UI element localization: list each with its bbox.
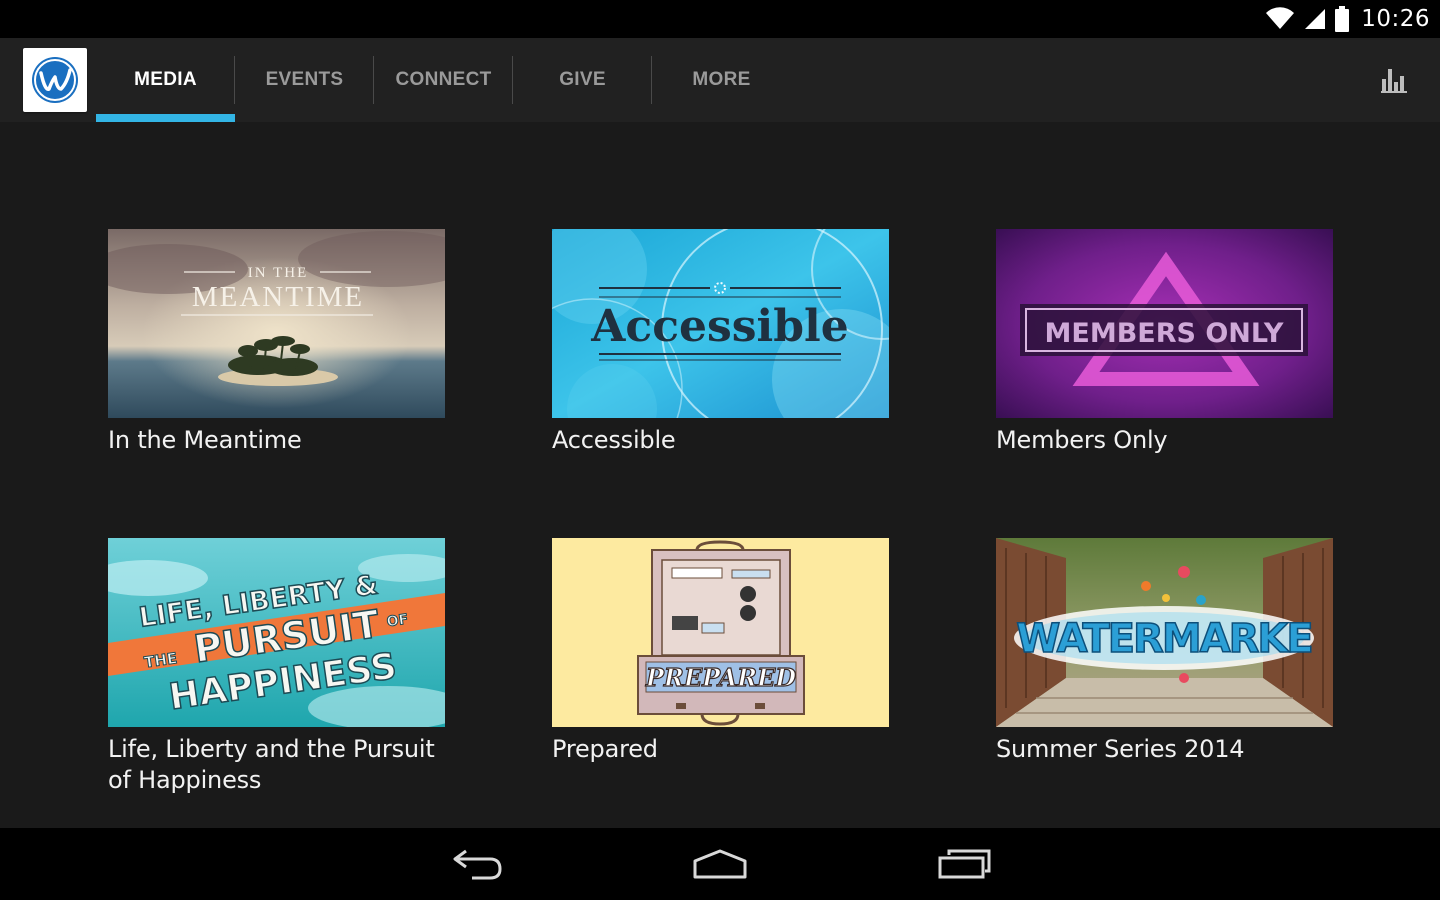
artwork-text: MEMBERS ONLY [1045,318,1284,349]
artwork-text: Accessible [590,301,848,352]
media-item-summer-series-2014[interactable]: WATERMARKE Summer Series 2014 [996,538,1333,765]
media-item-life-liberty[interactable]: LIFE, LIBERTY & THE PURSUIT OF HAPPINESS… [108,538,445,796]
back-icon [453,849,502,880]
media-item-members-only[interactable]: MEMBERS ONLY Members Only [996,229,1333,456]
media-item-title: Prepared [552,735,658,763]
artwork-text: WATERMARKE [1016,616,1311,662]
media-item-prepared[interactable]: PREPARED Prepared [552,538,889,765]
recent-apps-button[interactable] [934,842,994,886]
tab-label: CONNECT [395,69,492,90]
media-grid: IN THE MEANTIME In the Meantime Accessib… [0,122,1440,828]
tab-label: MEDIA [134,69,197,90]
navigation-bar [0,828,1440,900]
battery-icon [1335,6,1350,32]
media-thumbnail[interactable]: WATERMARKE [996,538,1333,727]
media-thumbnail[interactable]: IN THE MEANTIME [108,229,445,418]
stats-button[interactable] [1378,64,1410,96]
app-logo[interactable] [23,48,87,112]
wifi-icon [1266,7,1295,29]
home-icon [693,849,747,879]
media-item-in-the-meantime[interactable]: IN THE MEANTIME In the Meantime [108,229,445,456]
artwork-text: PREPARED [645,663,796,692]
media-thumbnail[interactable]: MEMBERS ONLY [996,229,1333,418]
home-button[interactable] [690,842,750,886]
media-item-title: Summer Series 2014 [996,735,1245,763]
back-button[interactable] [447,842,507,886]
media-thumbnail[interactable]: Accessible [552,229,889,418]
status-bar: 10:26 [0,0,1440,38]
recent-apps-icon [938,849,991,879]
media-thumbnail[interactable]: PREPARED [552,538,889,727]
bar-chart-icon [1381,69,1407,93]
tab-bar: MEDIA EVENTS CONNECT GIVE MORE [96,38,791,122]
artwork-text: MEANTIME [192,281,364,313]
media-item-accessible[interactable]: Accessible Accessible [552,229,889,456]
status-icons: 10:26 [1265,0,1430,38]
media-thumbnail[interactable]: LIFE, LIBERTY & THE PURSUIT OF HAPPINESS [108,538,445,727]
artwork-text: IN THE [248,265,308,281]
artwork-text: OF [386,612,409,631]
media-item-title: Members Only [996,426,1168,454]
tab-more[interactable]: MORE [652,38,791,122]
cell-signal-icon [1305,9,1326,29]
app-logo-w-icon [32,57,78,103]
tab-label: MORE [692,69,751,90]
media-item-title: Accessible [552,426,676,454]
tab-label: EVENTS [265,69,344,90]
media-item-title: Life, Liberty and the Pursuit of Happine… [108,735,435,794]
tab-media[interactable]: MEDIA [96,38,235,122]
tab-events[interactable]: EVENTS [235,38,374,122]
media-item-title: In the Meantime [108,426,302,454]
tab-give[interactable]: GIVE [513,38,652,122]
tab-label: GIVE [559,69,606,90]
action-bar: MEDIA EVENTS CONNECT GIVE MORE [0,38,1440,122]
status-clock: 10:26 [1361,6,1430,32]
tab-connect[interactable]: CONNECT [374,38,513,122]
